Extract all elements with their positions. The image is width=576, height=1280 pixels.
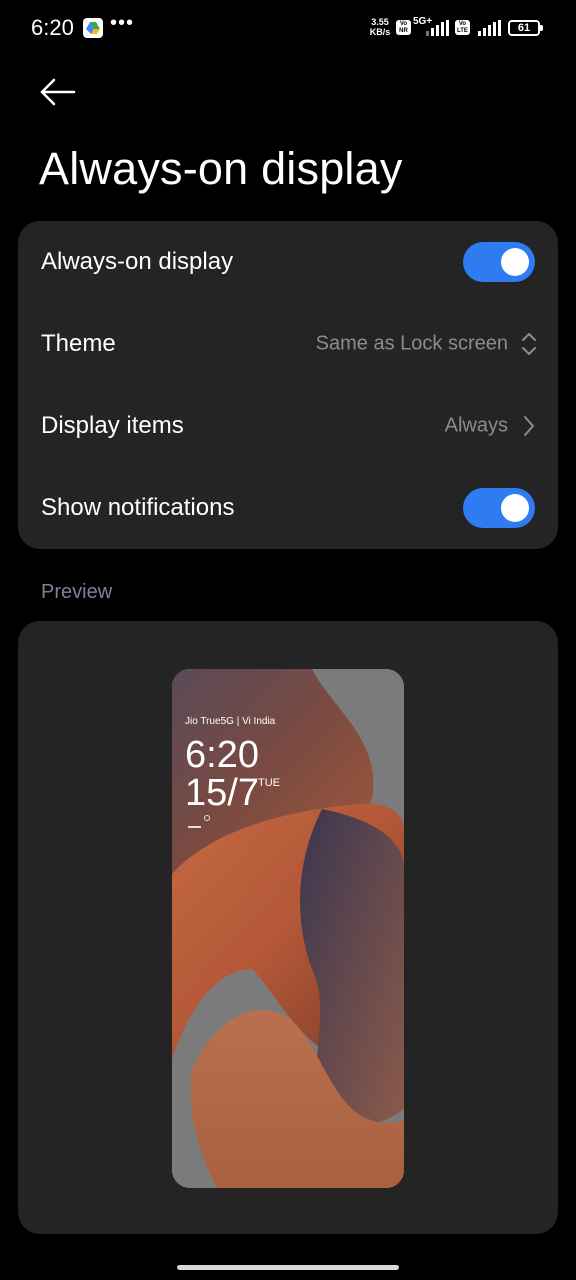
page-title: Always-on display (39, 143, 403, 194)
toggle-knob (501, 248, 529, 276)
preview-day: TUE (258, 777, 280, 789)
aod-row[interactable]: Always-on display (18, 221, 558, 303)
back-button[interactable] (36, 72, 80, 112)
preview-weather-bar (188, 826, 201, 828)
preview-section-label: Preview (41, 581, 113, 603)
vonr-badge: Vo NR (396, 20, 411, 35)
chevron-right-icon (524, 416, 534, 436)
notifications-toggle[interactable] (463, 488, 535, 528)
phone-preview: Jio True5G | Vi India 6:20 15/7 TUE (172, 669, 404, 1188)
battery-icon: 61 (508, 20, 543, 36)
preview-card: Jio True5G | Vi India 6:20 15/7 TUE (18, 621, 558, 1234)
network-speed-unit: KB/s (369, 27, 391, 37)
settings-card: Always-on display Theme Same as Lock scr… (18, 221, 558, 549)
network-speed-value: 3.55 (371, 17, 389, 27)
status-bar: 6:20 ••• 3.55 KB/s Vo NR 5G+ Vo LTE 61 (0, 0, 576, 58)
up-down-chevron-icon (522, 333, 536, 355)
toggle-knob (501, 494, 529, 522)
more-notifications-icon: ••• (110, 12, 135, 34)
volte-badge: Vo LTE (455, 20, 470, 35)
display-items-value: Always (444, 414, 508, 437)
theme-label: Theme (41, 330, 116, 357)
preview-date: 15/7 (185, 772, 259, 814)
theme-row[interactable]: Theme Same as Lock screen (18, 303, 558, 385)
preview-time: 6:20 (185, 734, 259, 776)
drive-icon (83, 18, 103, 38)
preview-carrier: Jio True5G | Vi India (185, 716, 276, 727)
gesture-nav-handle[interactable] (177, 1265, 399, 1270)
notifications-row[interactable]: Show notifications (18, 467, 558, 549)
theme-value: Same as Lock screen (315, 332, 508, 355)
aod-label: Always-on display (41, 248, 234, 275)
notifications-label: Show notifications (41, 494, 235, 521)
display-items-row[interactable]: Display items Always (18, 385, 558, 467)
back-arrow-icon (40, 78, 76, 106)
signal-icon-2 (478, 20, 501, 36)
signal-icon (426, 20, 449, 36)
preview-degree-icon (204, 815, 210, 821)
status-time: 6:20 (31, 15, 74, 40)
display-items-label: Display items (41, 412, 184, 439)
network-speed: 3.55 KB/s (367, 17, 393, 37)
aod-toggle[interactable] (463, 242, 535, 282)
